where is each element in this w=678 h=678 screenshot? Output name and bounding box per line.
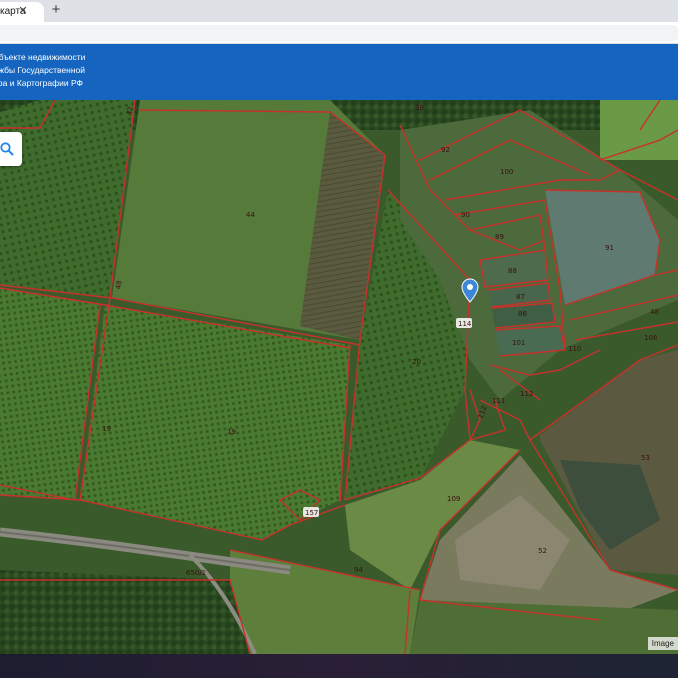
search-icon bbox=[0, 142, 14, 156]
os-taskbar bbox=[0, 654, 678, 678]
parcel-label: 87 bbox=[516, 293, 525, 301]
parcel-label: 52 bbox=[538, 547, 547, 555]
header-line-1: объекте недвижимости bbox=[0, 52, 86, 62]
parcel-label: 108 bbox=[644, 334, 657, 342]
site-header: объекте недвижимости ужбы Государственно… bbox=[0, 44, 678, 100]
parcel-label: 92 bbox=[441, 146, 450, 154]
map-search-button[interactable] bbox=[0, 132, 22, 166]
meadow-upper-right bbox=[600, 100, 678, 160]
parcel-label: 91 bbox=[605, 244, 614, 252]
map-canvas[interactable]: 38 42 92 100 90 89 91 88 87 86 101 110 1… bbox=[0, 100, 678, 654]
parcel-label: 100 bbox=[500, 168, 513, 176]
screenshot: карта ✕ + объекте недвижимости ужбы Госу… bbox=[0, 0, 678, 678]
browser-tab-strip: карта ✕ + bbox=[0, 0, 678, 22]
parcel-label: 114 bbox=[458, 320, 472, 328]
parcel-label: 101 bbox=[512, 339, 525, 347]
map-attribution: Image bbox=[647, 637, 678, 650]
parcel-label: 38 bbox=[415, 104, 424, 112]
parcel-label: 88 bbox=[508, 267, 517, 275]
parcel-label: 109 bbox=[447, 495, 460, 503]
parcel-label: 48 bbox=[650, 308, 659, 316]
parcel-label: 157 bbox=[305, 509, 318, 517]
header-line-2: ужбы Государственной bbox=[0, 65, 86, 75]
tab-close-icon[interactable]: ✕ bbox=[16, 4, 30, 18]
browser-tab[interactable]: карта ✕ bbox=[0, 2, 44, 22]
parcel-label: 110 bbox=[568, 345, 581, 353]
header-line-3: тра и Картографии РФ bbox=[0, 78, 84, 88]
parcel-label: 650/1 bbox=[186, 569, 206, 577]
parcel-label: 111 bbox=[492, 397, 505, 405]
cadastral-map[interactable]: 38 42 92 100 90 89 91 88 87 86 101 110 1… bbox=[0, 100, 678, 654]
parcel-label: 53 bbox=[641, 454, 650, 462]
parcel-label: 112 bbox=[520, 390, 533, 398]
parcel-label: 89 bbox=[495, 233, 504, 241]
url-input[interactable] bbox=[0, 25, 678, 41]
parcel-label: 48 bbox=[114, 280, 123, 290]
parcel-label: 42 bbox=[126, 106, 135, 116]
parcel-label: 19 bbox=[102, 425, 111, 433]
new-tab-button[interactable]: + bbox=[48, 2, 64, 18]
parcel-label: 90 bbox=[461, 211, 470, 219]
address-bar bbox=[0, 22, 678, 44]
parcel-label: 20 bbox=[412, 358, 421, 366]
parcel-label: 94 bbox=[354, 566, 363, 574]
parcel-label: 86 bbox=[518, 310, 527, 318]
parcel-label: 44 bbox=[246, 211, 255, 219]
parcel-label: 19 bbox=[227, 428, 236, 436]
